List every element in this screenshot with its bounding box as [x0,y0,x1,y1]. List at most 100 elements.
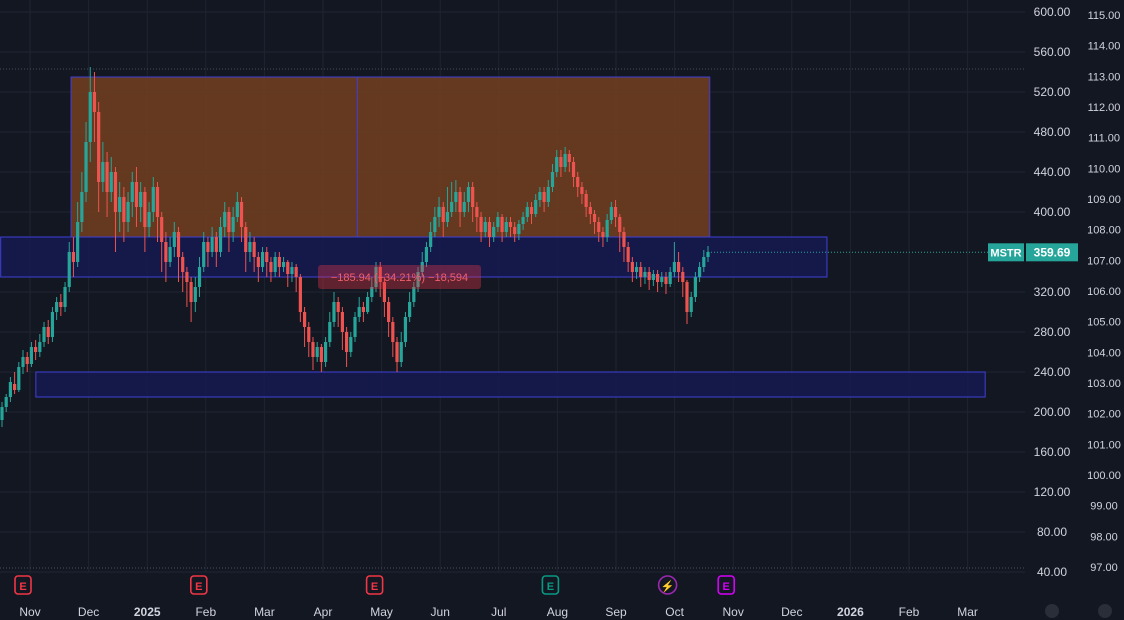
secondary-tick-label: 99.00 [1090,501,1118,513]
candle-body [193,287,197,302]
event-label: ⚡ [661,580,675,593]
zone-lower-blue-zone [35,371,986,398]
candle-body [38,342,42,352]
time-tick-label: Jun [431,605,450,619]
badge-symbol: MSTR [990,247,1021,259]
candle-body [479,217,483,232]
candle-body [223,212,227,227]
candle-body [231,217,235,232]
price-tick-label: 440.00 [1034,165,1071,179]
candle-body [500,217,504,232]
price-tick-label: 400.00 [1034,205,1071,219]
candle-body [361,307,366,312]
measure-tool: −185.94 (−34.21%) −18,594 [318,265,481,289]
time-tick-label: Dec [78,605,99,619]
candle-body [605,220,609,237]
candle-body [76,222,80,262]
candle-body [155,187,160,217]
candle-body [294,267,298,277]
candle-body [185,272,189,282]
candle-body [97,112,101,182]
candle-body [286,262,290,274]
candle-body [29,347,34,364]
candle-body [71,252,76,262]
time-tick-label: Mar [254,605,275,619]
candle-body [353,317,357,337]
candle-body [609,207,613,220]
candle-body [260,252,265,267]
secondary-tick-label: 98.00 [1090,531,1118,543]
candle-body [676,262,681,272]
candle-body [458,192,462,212]
event-label: E [723,581,730,593]
candle-body [622,232,626,247]
candle-body [618,217,622,232]
candle-body [0,407,4,420]
price-tick-label: 560.00 [1034,45,1071,59]
corner-button-a [1045,604,1059,618]
candle-body [399,342,403,362]
candle-body [483,222,487,232]
candle-body [538,192,542,200]
candle-body [387,302,391,322]
candle-body [584,194,588,207]
corner-button-b [1098,604,1112,618]
candle-body [307,327,311,342]
time-tick-label: Feb [195,605,216,619]
event-label: E [547,581,554,593]
secondary-tick-label: 106.00 [1087,286,1121,298]
candle-body [25,357,29,364]
candle-body [206,242,210,252]
candle-body [105,162,109,192]
candle-body [408,302,412,317]
time-tick-label: May [370,605,393,619]
candle-body [349,337,353,352]
candle-body [639,267,643,277]
price-chart[interactable]: 600.00 560.00 520.00 480.00 440.00 400.00 320.… [0,0,1124,620]
candle-body [181,257,185,272]
candle-body [50,312,55,337]
event-label: E [19,581,26,593]
time-tick-label: Sep [605,605,627,619]
candle-body [101,162,105,182]
candle-body [563,154,567,167]
candle-body [290,267,294,274]
time-tick-label: Mar [957,605,978,619]
candle-body [496,217,500,227]
candle-body [433,217,437,232]
candle-body [256,257,260,267]
candle-body [462,202,466,212]
price-axis[interactable]: 600.00 560.00 520.00 480.00 440.00 400.00 320.… [1034,5,1071,579]
time-tick-label: Aug [547,605,568,619]
price-tick-label: 480.00 [1034,125,1071,139]
candle-body [277,257,281,267]
time-tick-label: Jul [491,605,506,619]
candle-body [550,172,555,187]
secondary-tick-label: 104.00 [1087,347,1121,359]
candle-body [235,202,239,217]
candle-body [601,232,605,237]
candle-body [134,182,139,207]
candle-body [655,274,660,282]
candle-body [546,187,550,202]
candle-body [651,274,655,280]
candle-body [357,307,361,317]
candle-body [197,267,202,287]
secondary-tick-label: 110.00 [1088,163,1121,175]
time-tick-label: Nov [723,605,744,619]
candle-body [454,192,458,202]
candle-body [508,222,513,227]
candle-body [626,247,630,262]
candle-body [441,207,445,222]
candle-body [576,177,580,187]
candle-body [55,302,59,312]
candle-body [613,207,618,217]
candle-body [248,242,252,252]
candle-body [693,277,697,297]
candle-body [588,207,592,214]
secondary-tick-label: 112.00 [1088,102,1121,114]
price-tick-label: 280.00 [1034,325,1071,339]
candle-body [681,272,685,282]
candle-body [429,232,433,247]
time-tick-label: 2025 [134,605,161,619]
